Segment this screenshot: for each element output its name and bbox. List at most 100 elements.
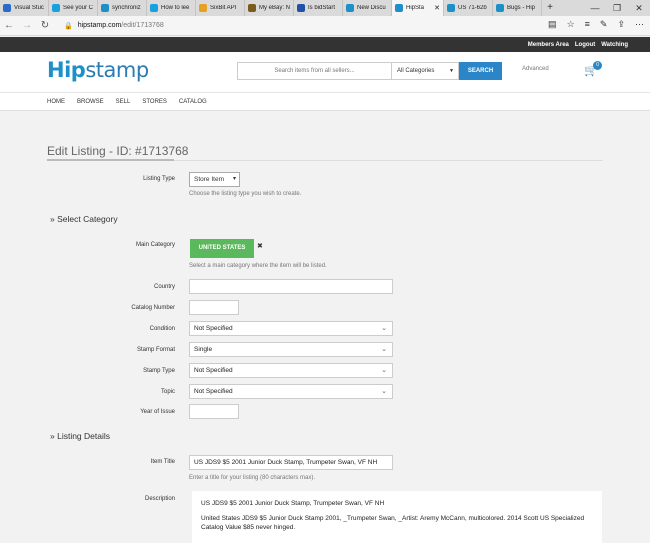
members-area-link[interactable]: Members Area [528, 42, 569, 48]
browser-toolbar: ▤ ☆ ≡ ✎ ⇪ ⋯ [548, 19, 644, 30]
nav-browse[interactable]: BROWSE [77, 99, 104, 105]
new-tab-icon[interactable]: + [542, 0, 558, 16]
forward-icon[interactable]: → [18, 20, 36, 31]
main-category-tag[interactable]: UNITED STATES [190, 239, 254, 258]
topic-select[interactable]: Not Specified ⌄ [189, 384, 393, 399]
cart-count-badge: 0 [593, 61, 602, 70]
browser-tab[interactable]: How to lee [147, 0, 196, 16]
reading-view-icon[interactable]: ▤ [548, 19, 557, 30]
hub-icon[interactable]: ≡ [585, 19, 590, 30]
item-title-label: Item Title [150, 459, 175, 465]
main-category-hint: Select a main category where the item wi… [189, 263, 327, 269]
listing-type-select[interactable]: Store Item ▾ [189, 172, 240, 187]
nav-stores[interactable]: STORES [142, 99, 167, 105]
more-icon[interactable]: ⋯ [635, 19, 644, 30]
url-domain: hipstamp.com [77, 22, 122, 29]
search-input[interactable]: Search items from all sellers... [237, 62, 392, 80]
page-title: Edit Listing - ID: #1713768 [47, 144, 189, 158]
browser-tab[interactable]: See your C [49, 0, 98, 16]
browser-tab[interactable]: Visual Stuc [0, 0, 49, 16]
tab-favicon-icon [447, 4, 455, 12]
tab-favicon-icon [395, 4, 403, 12]
tab-favicon-icon [248, 4, 256, 12]
item-title-input[interactable]: US JDS9 $5 2001 Junior Duck Stamp, Trump… [189, 455, 393, 470]
caret-down-icon: ▼ [449, 68, 454, 74]
topic-label: Topic [160, 389, 175, 395]
tab-favicon-icon [346, 4, 354, 12]
year-of-issue-input[interactable] [189, 404, 239, 419]
site-top-bar: Members Area Logout Watching [0, 37, 650, 52]
close-window-icon[interactable]: ✕ [628, 0, 650, 16]
browser-tab-strip: Visual Stuc See your C synchroniz How to… [0, 0, 650, 16]
chevron-down-icon: ⌄ [381, 346, 387, 353]
hipstamp-logo[interactable]: Hipstamp [47, 58, 149, 82]
tab-favicon-icon [297, 4, 305, 12]
browser-tab[interactable]: synchroniz [98, 0, 147, 16]
search-category-select[interactable]: All Categories ▼ [392, 62, 459, 80]
lock-icon: 🔒 [64, 22, 73, 30]
tab-favicon-icon [496, 4, 504, 12]
url-path: /edit/1713768 [121, 22, 164, 29]
title-underline [47, 159, 174, 161]
site-nav: HOME BROWSE SELL STORES CATALOG [0, 92, 650, 111]
browser-tab[interactable]: My eBay: N [245, 0, 294, 16]
browser-tab[interactable]: SixBit API [196, 0, 245, 16]
browser-tab[interactable]: Is bidStart [294, 0, 343, 16]
caret-down-icon: ▾ [232, 176, 236, 182]
tab-favicon-icon [199, 4, 207, 12]
condition-select[interactable]: Not Specified ⌄ [189, 321, 393, 336]
catalog-number-input[interactable] [189, 300, 239, 315]
browser-tab[interactable]: Bugs - Hip [493, 0, 542, 16]
listing-type-hint: Choose the listing type you wish to crea… [189, 191, 302, 197]
tab-favicon-icon [150, 4, 158, 12]
nav-home[interactable]: HOME [47, 99, 65, 105]
close-tab-icon[interactable]: ✕ [434, 4, 440, 12]
watching-link[interactable]: Watching [601, 42, 628, 48]
chevron-down-icon: ⌄ [381, 367, 387, 374]
back-icon[interactable]: ← [0, 20, 18, 31]
chevron-down-icon: ⌄ [381, 388, 387, 395]
favorites-star-icon[interactable]: ☆ [567, 19, 575, 30]
tab-favicon-icon [101, 4, 109, 12]
share-icon[interactable]: ⇪ [617, 19, 625, 30]
stamp-format-label: Stamp Format [136, 347, 175, 353]
advanced-search-link[interactable]: Advanced [522, 66, 549, 72]
tab-favicon-icon [3, 4, 11, 12]
country-label: Country [153, 284, 175, 290]
tab-favicon-icon [52, 4, 60, 12]
refresh-icon[interactable]: ↻ [36, 20, 54, 31]
country-input[interactable] [189, 279, 393, 294]
browser-tab[interactable]: US 71-62b [444, 0, 493, 16]
search-button[interactable]: SEARCH [459, 62, 502, 80]
address-bar: ← → ↻ 🔒 hipstamp.com/edit/1713768 ▤ ☆ ≡ … [0, 16, 650, 36]
minimize-icon[interactable]: — [584, 0, 606, 16]
edit-listing-form: Edit Listing - ID: #1713768 Listing Type… [47, 111, 603, 543]
year-of-issue-label: Year of Issue [140, 409, 175, 415]
logout-link[interactable]: Logout [575, 42, 595, 48]
description-editor[interactable]: US JDS9 $5 2001 Junior Duck Stamp, Trump… [192, 491, 602, 543]
main-category-label: Main Category [135, 242, 175, 248]
listing-type-label: Listing Type [143, 176, 175, 182]
section-listing-details: » Listing Details [50, 431, 111, 441]
item-title-hint: Enter a title for your listing (80 chara… [189, 475, 316, 481]
maximize-icon[interactable]: ❐ [606, 0, 628, 16]
description-label: Description [144, 496, 175, 502]
window-controls: — ❐ ✕ [584, 0, 650, 16]
browser-tab[interactable]: New Discu [343, 0, 392, 16]
browser-tab-active[interactable]: HipSta ✕ [392, 0, 444, 16]
remove-category-icon[interactable]: ✖ [257, 242, 263, 250]
nav-sell[interactable]: SELL [116, 99, 131, 105]
url-field[interactable]: 🔒 hipstamp.com/edit/1713768 [64, 22, 164, 30]
notes-icon[interactable]: ✎ [600, 19, 608, 30]
catalog-number-label: Catalog Number [131, 305, 175, 311]
site-header: Hipstamp Search items from all sellers..… [0, 52, 650, 92]
chevron-down-icon: ⌄ [381, 325, 387, 332]
stamp-format-select[interactable]: Single ⌄ [189, 342, 393, 357]
stamp-type-select[interactable]: Not Specified ⌄ [189, 363, 393, 378]
description-line: US JDS9 $5 2001 Junior Duck Stamp, Trump… [201, 500, 385, 507]
section-select-category: » Select Category [50, 214, 118, 224]
description-line: United States JDS9 $5 Junior Duck Stamp … [201, 515, 585, 531]
nav-catalog[interactable]: CATALOG [179, 99, 207, 105]
stamp-type-label: Stamp Type [143, 368, 175, 374]
condition-label: Condition [149, 326, 175, 332]
